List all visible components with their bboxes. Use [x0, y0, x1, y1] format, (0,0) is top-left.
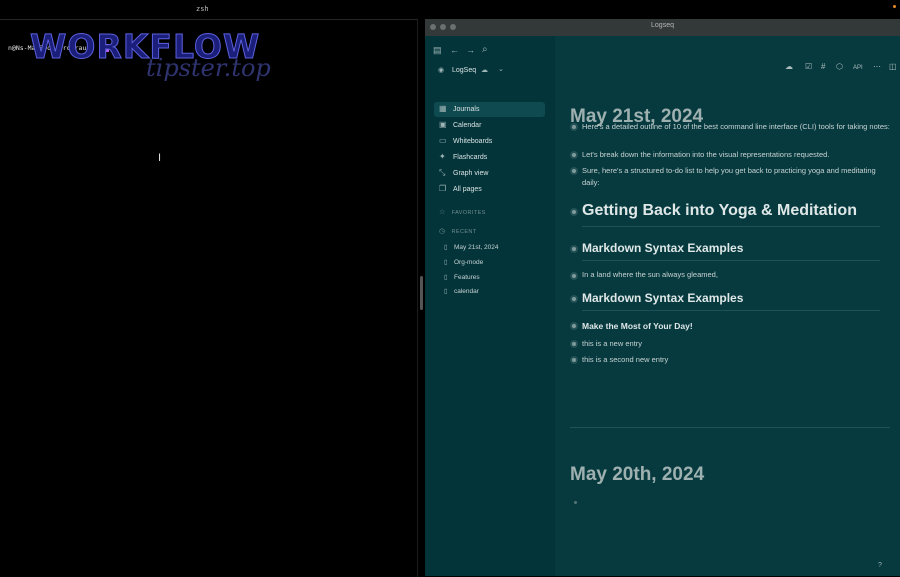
empty-block-bullet[interactable] — [574, 501, 577, 504]
graph-icon: ◉ — [438, 67, 445, 74]
terminal-tab-label: zsh — [196, 5, 209, 13]
history-icon: ◷ — [439, 228, 446, 235]
page-icon: ▯ — [444, 274, 448, 281]
block-bullet[interactable] — [572, 324, 576, 328]
split-divider-handle[interactable] — [420, 276, 423, 310]
flashcards-icon: ✦ — [439, 152, 446, 161]
sync-cloud-icon[interactable]: ☁ — [785, 63, 793, 71]
back-arrow-icon[interactable]: ← — [450, 46, 459, 55]
graph-selector[interactable]: ◉ LogSeq ☁ ⌄ — [438, 66, 528, 78]
pages-icon: ❐ — [439, 184, 447, 193]
terminal-window[interactable] — [0, 19, 418, 577]
recent-item-label: May 21st, 2024 — [454, 244, 499, 251]
forward-arrow-icon[interactable]: → — [466, 46, 475, 55]
heading-divider — [582, 310, 880, 311]
sidebar-item-calendar[interactable]: ▣ Calendar — [434, 118, 545, 133]
heading-block[interactable]: Markdown Syntax Examples — [582, 241, 743, 255]
block-text[interactable]: Sure, here's a structured to-do list to … — [582, 165, 890, 189]
recent-item[interactable]: ▯ Features — [444, 273, 480, 281]
block-bullet[interactable] — [572, 125, 576, 129]
page-icon: ▯ — [444, 288, 448, 295]
block-text[interactable]: this is a new entry — [582, 338, 890, 350]
graph-view-icon: ⤡ — [439, 168, 446, 177]
journal-date-title[interactable]: May 20th, 2024 — [570, 464, 704, 486]
sidebar-item-label: Flashcards — [453, 154, 488, 161]
api-button[interactable]: API — [853, 65, 863, 71]
favorites-section-header[interactable]: ☆ FAVORITES — [439, 208, 486, 216]
sidebar-item-flashcards[interactable]: ✦ Flashcards — [434, 150, 545, 165]
sidebar-item-graph-view[interactable]: ⤡ Graph view — [434, 166, 545, 181]
recent-item-label: Features — [454, 274, 480, 281]
plugins-icon[interactable]: ⬡ — [836, 63, 843, 71]
page-icon: ▯ — [444, 259, 448, 266]
journal-separator — [570, 427, 890, 428]
watermark-subtitle: tipster.top — [146, 54, 271, 82]
block-bullet[interactable] — [572, 169, 576, 173]
window-title: Logseq — [651, 22, 674, 29]
block-bullet[interactable] — [572, 358, 576, 362]
graph-name: LogSeq — [452, 67, 477, 74]
task-checkbox-icon[interactable]: ☑ — [805, 63, 812, 71]
recent-item[interactable]: ▯ May 21st, 2024 — [444, 243, 498, 251]
hashtag-icon[interactable]: # — [821, 63, 825, 71]
search-icon[interactable]: ⌕ — [482, 45, 488, 55]
block-bullet[interactable] — [572, 274, 576, 278]
block-bullet[interactable] — [572, 247, 576, 251]
star-icon: ☆ — [439, 209, 446, 216]
block-bullet[interactable] — [572, 297, 576, 301]
block-text[interactable]: In a land where the sun always gleamed, — [582, 269, 890, 281]
recent-label: RECENT — [451, 229, 477, 235]
left-sidebar: ▤ ← → ⌕ ◉ LogSeq ☁ ⌄ ▦ Journals ▣ Calend… — [425, 36, 555, 576]
block-text[interactable]: this is a second new entry — [582, 354, 890, 366]
text-cursor-icon: I — [158, 152, 162, 164]
window-titlebar[interactable]: Logseq — [425, 19, 900, 36]
recent-item[interactable]: ▯ calendar — [444, 287, 479, 295]
heading-divider — [582, 226, 880, 227]
block-bullet[interactable] — [572, 210, 576, 214]
block-bullet[interactable] — [572, 153, 576, 157]
logseq-window: Logseq ▤ ← → ⌕ ◉ LogSeq ☁ ⌄ ▦ Journals ▣… — [425, 19, 900, 576]
heading-block[interactable]: Getting Back into Yoga & Meditation — [582, 202, 857, 220]
sidebar-item-journals[interactable]: ▦ Journals — [434, 102, 545, 117]
journals-main-content: ☁ ☑ # ⬡ API ⋯ ◫ May 21st, 2024 Here's a … — [555, 36, 900, 576]
calendar-icon: ▦ — [439, 104, 447, 113]
heading-divider — [582, 260, 880, 261]
sidebar-item-label: Calendar — [453, 122, 482, 129]
block-bullet[interactable] — [572, 342, 576, 346]
page-icon: ▯ — [444, 244, 448, 251]
whiteboard-icon: ▭ — [439, 136, 447, 145]
toggle-sidebar-icon[interactable]: ▤ — [433, 46, 442, 55]
more-options-icon[interactable]: ⋯ — [873, 63, 881, 71]
sidebar-item-label: Graph view — [453, 170, 489, 177]
favorites-label: FAVORITES — [451, 210, 486, 216]
block-text[interactable]: Here's a detailed outline of 10 of the b… — [582, 121, 890, 133]
heading-block[interactable]: Markdown Syntax Examples — [582, 291, 743, 305]
sidebar-item-whiteboards[interactable]: ▭ Whiteboards — [434, 134, 545, 149]
cloud-icon: ☁ — [481, 67, 488, 74]
block-text[interactable]: Let's break down the information into th… — [582, 149, 890, 161]
right-sidebar-toggle-icon[interactable]: ◫ — [889, 63, 897, 71]
status-dot-icon — [893, 5, 896, 8]
recent-item-label: Org-mode — [454, 259, 484, 266]
sidebar-item-all-pages[interactable]: ❐ All pages — [434, 182, 545, 197]
sidebar-item-label: Whiteboards — [453, 138, 493, 145]
recent-item-label: calendar — [454, 288, 479, 295]
recent-section-header[interactable]: ◷ RECENT — [439, 227, 477, 235]
chevron-down-icon: ⌄ — [498, 66, 504, 73]
recent-item[interactable]: ▯ Org-mode — [444, 258, 483, 266]
sidebar-item-label: All pages — [453, 186, 482, 193]
sidebar-item-label: Journals — [453, 106, 480, 113]
heading-block[interactable]: Make the Most of Your Day! — [582, 321, 693, 331]
help-button[interactable]: ? — [878, 562, 882, 569]
calendar-grid-icon: ▣ — [439, 120, 447, 129]
